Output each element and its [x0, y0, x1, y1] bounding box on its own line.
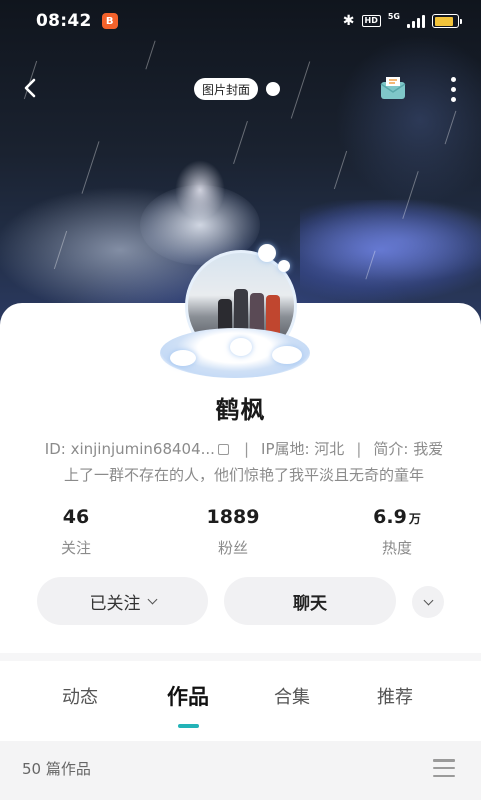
- stat-followers[interactable]: 1889 粉丝: [173, 506, 293, 558]
- stat-value: 1889: [206, 506, 260, 528]
- works-count: 50 篇作品: [22, 760, 91, 778]
- network-type: 5G: [387, 11, 400, 21]
- back-button[interactable]: [16, 74, 44, 102]
- status-bar: 08:42 B ✱ HD 5G: [0, 0, 481, 42]
- active-tab-indicator: [178, 724, 199, 728]
- content-tabs: 动态 作品 合集 推荐: [0, 661, 481, 739]
- followed-label: 已关注: [89, 593, 141, 614]
- stat-following[interactable]: 46 关注: [16, 506, 136, 558]
- stat-popularity[interactable]: 6.9 万 热度: [337, 506, 457, 558]
- profile-name: 鹤枫: [215, 396, 266, 424]
- chat-label: 聊天: [293, 593, 327, 614]
- stat-value: 6.9: [373, 506, 407, 528]
- avatar[interactable]: [160, 238, 310, 388]
- stats-row: 46 关注 1889 粉丝 6.9 万 热度: [0, 506, 481, 560]
- tab-recommended[interactable]: 推荐: [377, 683, 413, 709]
- stat-label: 关注: [60, 539, 91, 557]
- chevron-left-icon: [24, 78, 36, 98]
- stat-label: 粉丝: [217, 539, 248, 557]
- envelope-icon: [380, 77, 406, 99]
- tab-posts[interactable]: 动态: [62, 683, 98, 709]
- profile-meta: ID: xinjinjumin68404... | IP属地: 河北 | 简介: 我爱 …: [44, 440, 444, 484]
- chevron-down-icon: [147, 594, 157, 604]
- stat-label: 热度: [381, 539, 412, 557]
- expand-button[interactable]: [412, 586, 444, 618]
- user-id: ID: xinjinjumin68404...: [44, 440, 215, 458]
- hd-icon: HD: [361, 15, 381, 27]
- mail-button[interactable]: [378, 74, 408, 102]
- stat-unit: 万: [408, 512, 421, 526]
- app-notification-icon: B: [101, 13, 118, 29]
- list-view-icon[interactable]: [433, 759, 455, 777]
- works-header: 50 篇作品: [0, 741, 481, 800]
- battery-icon: [432, 14, 462, 28]
- signal-icon: [407, 14, 425, 28]
- ip-location: IP属地: 河北: [261, 440, 345, 458]
- bio-text: 上了一群不存在的人，他们惊艳了我平淡且无奇的童年: [63, 466, 424, 484]
- status-time: 08:42: [36, 11, 92, 31]
- bluetooth-icon: ✱: [342, 13, 355, 29]
- section-divider: [0, 653, 481, 661]
- followed-button[interactable]: 已关注: [37, 577, 208, 625]
- tab-collections[interactable]: 合集: [274, 683, 310, 709]
- chevron-down-icon: [423, 595, 433, 605]
- more-button[interactable]: [446, 74, 460, 104]
- chat-button[interactable]: 聊天: [224, 577, 396, 625]
- tab-works[interactable]: 作品: [167, 681, 209, 711]
- cover-type-tag[interactable]: 图片封面: [194, 78, 259, 100]
- bio-prefix: 简介: 我爱: [373, 440, 444, 458]
- copy-icon[interactable]: [217, 444, 229, 455]
- stat-value: 46: [62, 506, 90, 528]
- cover-indicator-dot: [266, 82, 280, 96]
